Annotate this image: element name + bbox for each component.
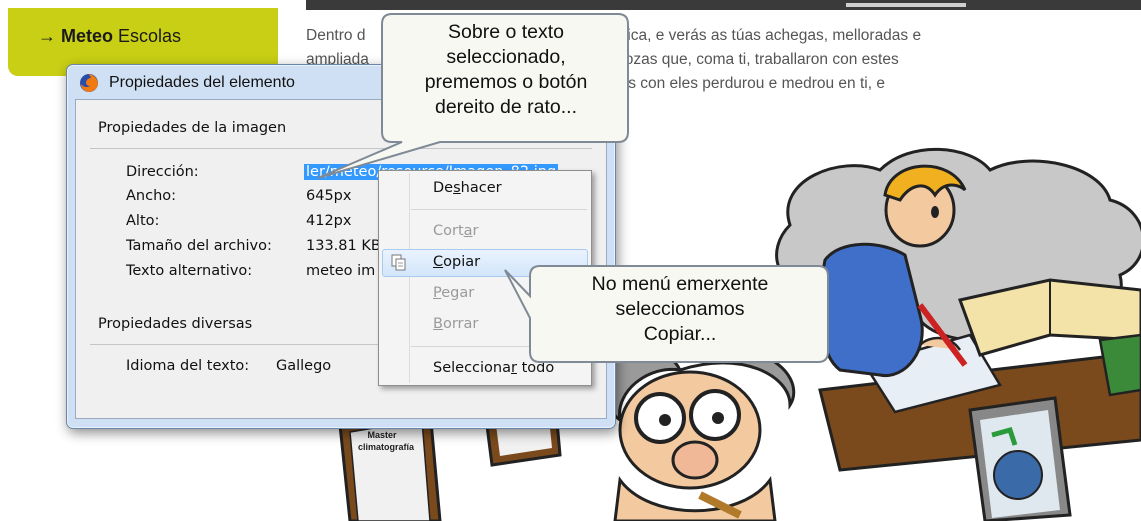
callout-top-line: prememos o botón [424,71,588,93]
callout-bottom: No menú emerxente seleccionamos Copiar..… [532,272,828,347]
callout-top: Sobre o texto seleccionado, prememos o b… [386,20,626,120]
callout-top-line: dereito de rato... [434,96,577,118]
callout-bottom-line: Copiar... [643,323,717,345]
callout-bottom-line: seleccionamos [615,298,745,320]
callout-top-line: seleccionado, [446,46,566,68]
callout-bottom-line: No menú emerxente [591,273,769,295]
callout-top-line: Sobre o texto [448,21,564,43]
